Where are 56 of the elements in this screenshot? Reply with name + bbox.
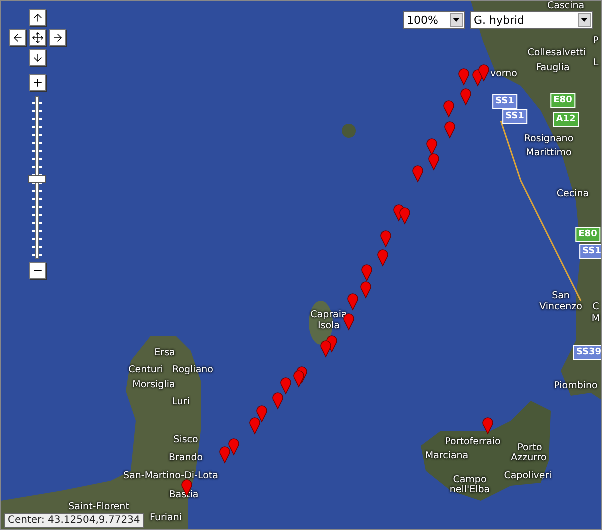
place-label: Sisco [174,436,198,444]
zoom-slider-thumb[interactable] [28,175,46,184]
place-label: M [592,314,600,324]
place-label: P [593,36,599,46]
road-shield: A12 [553,112,579,128]
center-button[interactable] [29,29,46,46]
place-label: Fauglia [536,64,570,72]
up-arrow-button[interactable] [29,9,46,26]
down-arrow-button[interactable] [29,49,46,66]
place-label: Piombino [554,382,598,390]
place-label: Saint-Florent [68,502,130,512]
place-label: Collesalvetti [528,48,586,58]
zoom-in-button[interactable] [29,74,46,91]
place-label: Cecina [556,190,590,198]
place-label: Rosignano [524,134,574,144]
center-coordinates: Center: 43.12504,9.77234 [4,513,144,528]
place-label: C [592,302,600,312]
place-label: Capoliveri [504,472,552,480]
down-arrow-icon [32,52,44,64]
place-label: Centuri [128,366,164,374]
road-shield: SS39 [573,346,601,360]
place-label: Brando [168,454,204,462]
place-label: Portoferraio [445,438,501,446]
road-shield: E80 [576,228,600,242]
place-label: San [552,292,570,300]
right-arrow-icon [52,32,64,44]
plus-icon [32,76,44,88]
road-shield: E80 [550,94,576,108]
place-label: Marciana [425,452,469,460]
left-arrow-icon [12,32,24,44]
place-label: Rogliano [172,366,214,374]
place-label: Vincenzo [540,302,582,312]
road-shield: SS1 [492,94,518,110]
place-label: Porto [518,444,542,452]
place-label: Isola [318,322,340,330]
road-shield: SS1 [502,110,528,124]
center-icon [32,32,44,44]
place-label: vorno [490,70,518,78]
place-label: Morsiglia [132,380,176,390]
road-shield: SS1 [580,244,601,260]
zoom-out-button[interactable] [29,262,46,279]
place-label: Ersa [154,348,176,358]
place-label: Azzurro [511,454,547,462]
place-label: nell'Elba [450,486,490,494]
place-label: L [593,58,599,68]
up-arrow-icon [32,12,44,24]
dropdown[interactable]: 100% [403,11,465,29]
right-arrow-button[interactable] [49,29,66,46]
dropdown[interactable]: G. hybrid [470,11,593,29]
place-label: Cascina [547,2,585,10]
place-label: San-Martino-Di-Lota [124,472,218,480]
place-label: Luri [172,398,190,406]
place-label: Campo [453,476,487,484]
left-arrow-button[interactable] [9,29,26,46]
place-label: Marittimo [526,148,572,158]
place-label: Furiani [150,514,182,522]
